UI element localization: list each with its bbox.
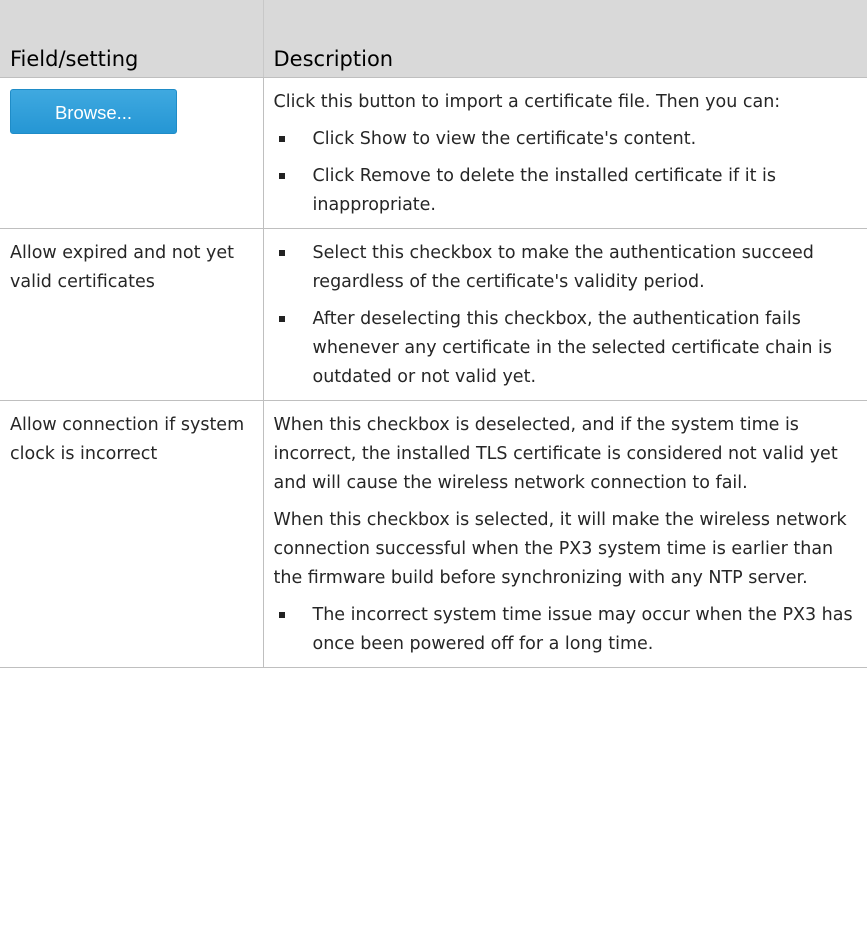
bullet-item: Click Show to view the certificate's con… (274, 125, 867, 154)
bullet-text: After deselecting this checkbox, the aut… (312, 308, 833, 387)
bullet-text: Click Show to view the certificate's con… (312, 128, 697, 149)
table-row-expired-certs: Allow expired and not yet valid certific… (0, 228, 867, 401)
description-cell: When this checkbox is deselected, and if… (263, 400, 867, 668)
description-cell: Click this button to import a certificat… (263, 77, 867, 229)
table-header-row: Field/setting Description (0, 0, 867, 78)
square-bullet-icon (278, 249, 285, 256)
square-bullet-icon (278, 611, 285, 618)
bullet-item: The incorrect system time issue may occu… (274, 601, 867, 659)
bullet-item: Select this checkbox to make the authent… (274, 239, 867, 297)
square-bullet-icon (278, 135, 285, 142)
table-row-system-clock: Allow connection if system clock is inco… (0, 400, 867, 668)
browse-button[interactable]: Browse... (10, 88, 177, 134)
settings-table: Field/setting Description Browse... Clic… (0, 0, 867, 668)
bullet-item: Click Remove to delete the installed cer… (274, 162, 867, 220)
bullet-list: Select this checkbox to make the authent… (274, 239, 867, 392)
square-bullet-icon (278, 315, 285, 322)
field-cell: Allow expired and not yet valid certific… (0, 228, 264, 401)
bullet-text: Select this checkbox to make the authent… (312, 242, 814, 292)
bullet-text: Click Remove to delete the installed cer… (312, 165, 777, 215)
square-bullet-icon (278, 172, 285, 179)
bullet-text: The incorrect system time issue may occu… (312, 604, 853, 654)
field-cell: Browse... (0, 77, 264, 229)
description-text: When this checkbox is deselected, and if… (273, 414, 838, 493)
bullet-item: After deselecting this checkbox, the aut… (274, 305, 867, 392)
description-text: When this checkbox is selected, it will … (273, 509, 847, 588)
field-cell: Allow connection if system clock is inco… (0, 400, 264, 668)
description-text: Click this button to import a certificat… (273, 91, 781, 112)
description-cell: Select this checkbox to make the authent… (263, 228, 867, 401)
table-row-browse: Browse... Click this button to import a … (0, 77, 867, 229)
bullet-list: Click Show to view the certificate's con… (274, 125, 867, 220)
bullet-list: The incorrect system time issue may occu… (274, 601, 867, 659)
header-description: Description (263, 0, 867, 78)
header-field-setting: Field/setting (0, 0, 264, 78)
